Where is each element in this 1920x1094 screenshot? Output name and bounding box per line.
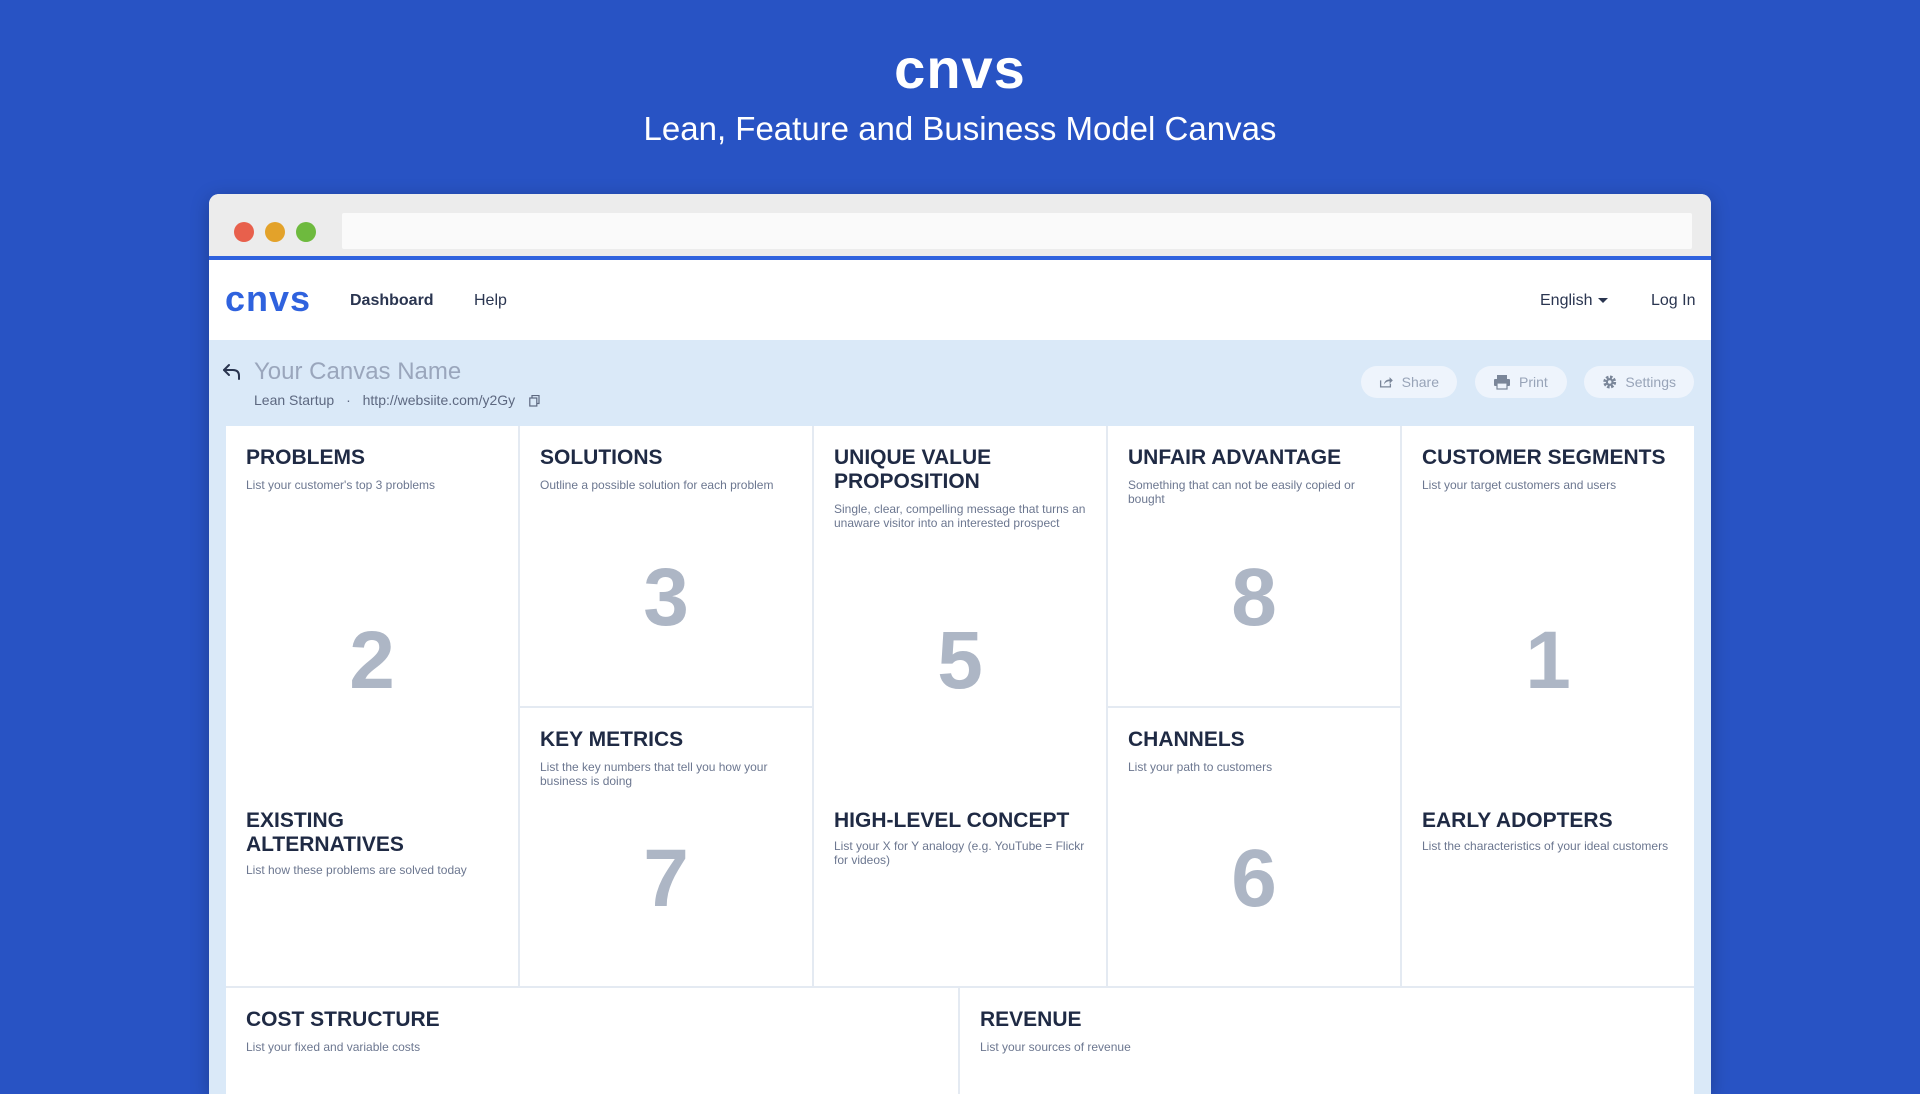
canvas-type: Lean Startup <box>254 392 335 408</box>
canvas-name-input[interactable]: Your Canvas Name <box>254 358 461 386</box>
block-key-metrics[interactable]: KEY METRICS List the key numbers that te… <box>520 708 814 988</box>
block-number: 3 <box>643 552 689 643</box>
block-title: KEY METRICS <box>540 728 684 751</box>
minimize-window-dot[interactable] <box>265 222 285 242</box>
subblock-existing-alternatives[interactable]: EXISTING ALTERNATIVES List how these pro… <box>246 809 498 877</box>
block-unfair-advantage[interactable]: UNFAIR ADVANTAGE Something that can not … <box>1108 426 1402 708</box>
block-title: EARLY ADOPTERS <box>1422 809 1613 832</box>
block-cost-structure[interactable]: COST STRUCTURE List your fixed and varia… <box>226 988 960 1094</box>
block-description: Single, clear, compelling message that t… <box>834 502 1086 530</box>
block-title: UNIQUE VALUE PROPOSITION <box>834 446 992 493</box>
block-title: SOLUTIONS <box>540 446 663 469</box>
block-title: CHANNELS <box>1128 728 1245 751</box>
browser-titlebar <box>209 194 1711 260</box>
hero-tagline: Lean, Feature and Business Model Canvas <box>643 110 1277 147</box>
block-solutions[interactable]: SOLUTIONS Outline a possible solution fo… <box>520 426 814 708</box>
block-number: 8 <box>1231 552 1277 643</box>
app-navbar: cnvs Dashboard Help English Log In <box>209 260 1711 340</box>
language-label: English <box>1540 292 1593 309</box>
block-title: UNFAIR ADVANTAGE <box>1128 446 1342 469</box>
block-description: List your sources of revenue <box>980 1040 1131 1054</box>
maximize-window-dot[interactable] <box>296 222 316 242</box>
block-title: REVENUE <box>980 1008 1082 1031</box>
settings-label: Settings <box>1625 374 1676 390</box>
block-description: List the characteristics of your ideal c… <box>1422 839 1669 853</box>
print-label: Print <box>1519 374 1548 390</box>
block-description: List the key numbers that tell you how y… <box>540 760 768 788</box>
settings-button[interactable]: Settings <box>1584 366 1694 398</box>
meta-separator: · <box>346 392 351 408</box>
back-arrow-icon[interactable] <box>221 360 243 382</box>
print-button[interactable]: Print <box>1475 366 1567 398</box>
block-description: Outline a possible solution for each pro… <box>540 478 774 492</box>
browser-window: cnvs Dashboard Help English Log In Your … <box>209 194 1711 1094</box>
close-window-dot[interactable] <box>234 222 254 242</box>
share-label: Share <box>1401 374 1439 390</box>
block-number: 6 <box>1231 833 1277 924</box>
subblock-early-adopters[interactable]: EARLY ADOPTERS List the characteristics … <box>1422 809 1674 853</box>
share-icon <box>1379 377 1393 388</box>
nav-help-link[interactable]: Help <box>474 292 507 310</box>
hero-logo: cnvs <box>894 37 1026 100</box>
share-button[interactable]: Share <box>1361 366 1457 398</box>
block-description: List your customer's top 3 problems <box>246 478 436 492</box>
block-customer-segments[interactable]: CUSTOMER SEGMENTS List your target custo… <box>1402 426 1694 988</box>
block-unique-value-proposition[interactable]: UNIQUE VALUE PROPOSITION Single, clear, … <box>814 426 1108 988</box>
block-problems[interactable]: PROBLEMS List your customer's top 3 prob… <box>226 426 520 988</box>
block-number: 1 <box>1525 615 1571 706</box>
block-description: Something that can not be easily copied … <box>1128 478 1355 506</box>
nav-dashboard-link[interactable]: Dashboard <box>350 292 434 310</box>
block-description: List how these problems are solved today <box>246 863 467 877</box>
block-title: CUSTOMER SEGMENTS <box>1422 446 1666 469</box>
block-revenue[interactable]: REVENUE List your sources of revenue <box>960 988 1694 1094</box>
print-icon <box>1494 375 1510 390</box>
copy-icon[interactable] <box>529 395 540 407</box>
block-title: PROBLEMS <box>246 446 366 469</box>
gear-icon <box>1603 375 1617 389</box>
block-title: COST STRUCTURE <box>246 1008 440 1031</box>
block-title: EXISTING ALTERNATIVES <box>246 809 404 856</box>
block-number: 5 <box>937 615 983 706</box>
block-number: 2 <box>349 615 395 706</box>
login-link[interactable]: Log In <box>1651 292 1695 310</box>
canvas-url[interactable]: http://websiite.com/y2Gy <box>363 392 516 408</box>
language-selector[interactable]: English <box>1540 292 1609 310</box>
block-number: 7 <box>643 833 689 924</box>
address-bar[interactable] <box>342 213 1692 249</box>
caret-down-icon <box>1598 298 1609 304</box>
block-description: List your X for Y analogy (e.g. YouTube … <box>834 839 1085 867</box>
block-channels[interactable]: CHANNELS List your path to customers 6 <box>1108 708 1402 988</box>
app-logo[interactable]: cnvs <box>225 278 311 320</box>
block-description: List your fixed and variable costs <box>246 1040 421 1054</box>
canvas-area: Your Canvas Name Lean Startup · http://w… <box>209 340 1711 1094</box>
block-title: HIGH-LEVEL CONCEPT <box>834 809 1070 832</box>
canvas-meta: Lean Startup · http://websiite.com/y2Gy <box>254 392 540 408</box>
lean-canvas-grid: PROBLEMS List your customer's top 3 prob… <box>226 426 1694 1094</box>
block-description: List your target customers and users <box>1422 478 1617 492</box>
block-description: List your path to customers <box>1128 760 1273 774</box>
subblock-high-level-concept[interactable]: HIGH-LEVEL CONCEPT List your X for Y ana… <box>834 809 1086 867</box>
